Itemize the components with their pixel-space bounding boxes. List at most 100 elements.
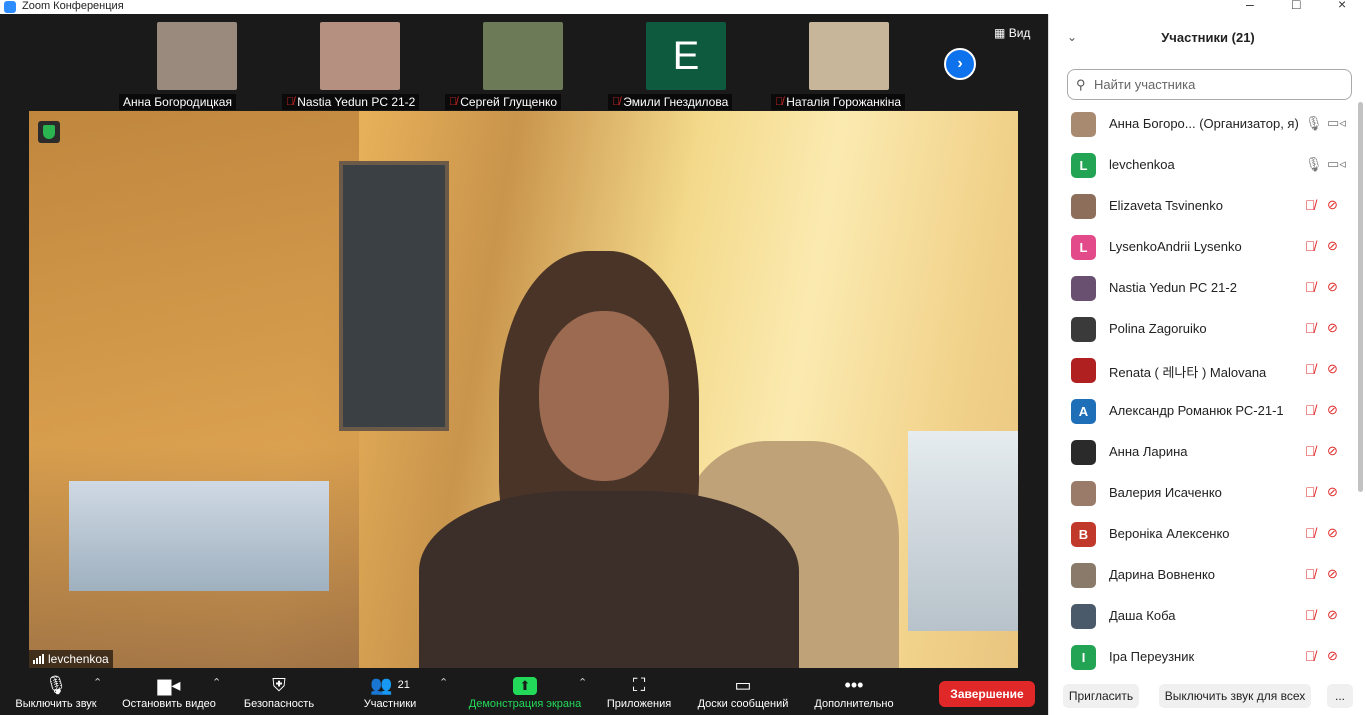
video-off-icon[interactable]: ⊘	[1327, 361, 1338, 377]
participant-row[interactable]: I Іра Переузник 🎙̸ ⊘	[1049, 637, 1359, 674]
participant-row[interactable]: Даша Коба 🎙̸ ⊘	[1049, 596, 1359, 637]
participant-thumbnail[interactable]: Анна Богородицкая	[117, 18, 277, 110]
participant-row[interactable]: Nastia Yedun PC 21-2 🎙̸ ⊘	[1049, 268, 1359, 309]
participant-search-input[interactable]: ⚲ Найти участника	[1067, 69, 1352, 100]
video-off-icon[interactable]: ⊘	[1327, 279, 1338, 295]
panel-more-button[interactable]: ...	[1327, 684, 1353, 708]
muted-mic-icon[interactable]: 🎙̸	[1305, 525, 1316, 541]
participant-list: Анна Богоро... (Организатор, я) 🎙 ▭◃ Llevch…	[1049, 104, 1359, 674]
participant-row[interactable]: Llevchenkoa 🎙 ▭◃	[1049, 145, 1359, 186]
muted-mic-icon[interactable]: 🎙̸	[1305, 443, 1316, 459]
participant-list-scrollbar[interactable]	[1358, 102, 1363, 492]
close-button[interactable]: ×	[1338, 0, 1346, 12]
video-camera-icon: ▆◂	[157, 675, 181, 695]
thumbnail-name-label: 🎙̸ Эмили Гнездилова	[608, 94, 733, 110]
video-off-icon[interactable]: ⊘	[1327, 197, 1338, 213]
share-screen-button[interactable]: ⬆ Демонстрация экрана	[462, 672, 588, 710]
microphone-icon[interactable]: 🎙	[1305, 156, 1323, 173]
muted-mic-icon[interactable]: 🎙̸	[1305, 238, 1316, 254]
participant-row[interactable]: Elizaveta Tsvinenko 🎙̸ ⊘	[1049, 186, 1359, 227]
thumbnail-name-label: 🎙̸ Nastia Yedun PC 21-2	[282, 94, 420, 110]
panel-footer: Пригласить Выключить звук для всех ...	[1049, 684, 1366, 714]
video-off-icon[interactable]: ⊘	[1327, 525, 1338, 541]
muted-mic-icon[interactable]: 🎙̸	[1305, 648, 1316, 664]
stop-video-button[interactable]: ▆◂ Остановить видео	[116, 672, 222, 710]
participants-panel: ⌄ Участники (21) ⚲ Найти участника Анна …	[1048, 14, 1366, 715]
participant-row[interactable]: Дарина Вовненко 🎙̸ ⊘	[1049, 555, 1359, 596]
participant-row[interactable]: Анна Ларина 🎙̸ ⊘	[1049, 432, 1359, 473]
apps-button[interactable]: ⛶ Приложения	[600, 672, 678, 710]
security-button[interactable]: ⛨ Безопасность	[238, 672, 320, 710]
minimize-button[interactable]: –	[1246, 0, 1254, 12]
participant-row[interactable]: Анна Богоро... (Организатор, я) 🎙 ▭◃	[1049, 104, 1359, 145]
participant-name: Александр Романюк РС-21-1	[1109, 403, 1284, 418]
avatar	[1071, 276, 1096, 301]
video-off-icon[interactable]: ⊘	[1327, 238, 1338, 254]
video-camera-icon[interactable]: ▭◃	[1327, 115, 1346, 131]
audio-options-chevron-icon[interactable]: ⌃	[93, 676, 102, 689]
participant-row[interactable]: B Вероніка Алексенко 🎙̸ ⊘	[1049, 514, 1359, 555]
muted-mic-icon[interactable]: 🎙̸	[1305, 361, 1316, 377]
video-options-chevron-icon[interactable]: ⌃	[212, 676, 221, 689]
shield-icon: ⛨	[272, 675, 286, 695]
participants-button[interactable]: 👥 21 Участники	[350, 672, 430, 710]
participant-row[interactable]: L LysenkoAndrii Lysenko 🎙̸ ⊘	[1049, 227, 1359, 268]
video-off-icon[interactable]: ⊘	[1327, 443, 1338, 459]
participants-options-chevron-icon[interactable]: ⌃	[439, 676, 448, 689]
muted-mic-icon[interactable]: 🎙̸	[1305, 402, 1316, 418]
thumbnail-video	[320, 22, 400, 90]
participants-count: 21	[397, 679, 410, 691]
mute-button[interactable]: 🎙 Выключить звук	[8, 672, 104, 710]
muted-mic-icon[interactable]: 🎙̸	[1305, 566, 1316, 582]
video-off-icon[interactable]: ⊘	[1327, 484, 1338, 500]
thumbnail-video	[483, 22, 563, 90]
maximize-button[interactable]: □	[1292, 0, 1300, 12]
participant-row[interactable]: Валерия Исаченко 🎙̸ ⊘	[1049, 473, 1359, 514]
video-off-icon[interactable]: ⊘	[1327, 607, 1338, 623]
thumbnail-name-label: Анна Богородицкая	[119, 94, 236, 110]
participant-name: Renata ( 레나타 ) Malovana	[1109, 365, 1267, 380]
participant-row[interactable]: Renata ( 레나타 ) Malovana 🎙̸ ⊘	[1049, 350, 1359, 391]
participant-thumbnail[interactable]: 🎙̸ Наталія Горожанкіна	[769, 18, 929, 110]
avatar	[1071, 112, 1096, 137]
participant-name: Іра Переузник	[1109, 649, 1195, 664]
share-options-chevron-icon[interactable]: ⌃	[578, 676, 587, 689]
view-button[interactable]: ▦ Вид	[994, 26, 1030, 40]
muted-mic-icon[interactable]: 🎙̸	[1305, 197, 1316, 213]
muted-mic-icon[interactable]: 🎙̸	[1305, 607, 1316, 623]
apps-icon: ⛶	[632, 675, 646, 695]
whiteboards-button[interactable]: ▭ Доски сообщений	[690, 672, 796, 710]
muted-mic-icon: 🎙̸	[449, 96, 458, 108]
video-area: Анна Богородицкая 🎙̸ Nastia Yedun PC 21-2 🎙…	[0, 14, 1048, 670]
muted-mic-icon: 🎙̸	[775, 96, 784, 108]
muted-mic-icon[interactable]: 🎙̸	[1305, 484, 1316, 500]
participant-thumbnail[interactable]: 🎙̸ Сергей Глущенко	[443, 18, 603, 110]
end-meeting-button[interactable]: Завершение	[939, 681, 1035, 707]
encryption-shield-icon[interactable]	[38, 121, 60, 143]
video-off-icon[interactable]: ⊘	[1327, 320, 1338, 336]
mute-all-button[interactable]: Выключить звук для всех	[1159, 684, 1311, 708]
thumbnail-video	[157, 22, 237, 90]
participant-row[interactable]: A Александр Романюк РС-21-1 🎙̸ ⊘	[1049, 391, 1359, 432]
participant-row[interactable]: Polina Zagoruiko 🎙̸ ⊘	[1049, 309, 1359, 350]
avatar: I	[1071, 645, 1096, 670]
participant-name: Дарина Вовненко	[1109, 567, 1216, 582]
avatar	[1071, 194, 1096, 219]
video-off-icon[interactable]: ⊘	[1327, 402, 1338, 418]
thumbnail-video	[809, 22, 889, 90]
muted-mic-icon[interactable]: 🎙̸	[1305, 279, 1316, 295]
microphone-icon[interactable]: 🎙	[1305, 115, 1323, 132]
video-off-icon[interactable]: ⊘	[1327, 566, 1338, 582]
active-speaker-video[interactable]	[29, 111, 1018, 668]
participant-thumbnail[interactable]: 🎙̸ Nastia Yedun PC 21-2	[280, 18, 440, 110]
thumbnail-name-label: 🎙̸ Наталія Горожанкіна	[771, 94, 905, 110]
participant-thumbnail[interactable]: E 🎙̸ Эмили Гнездилова	[606, 18, 766, 110]
video-camera-icon[interactable]: ▭◃	[1327, 156, 1346, 172]
participant-name: Валерия Исаченко	[1109, 485, 1222, 500]
more-button[interactable]: ••• Дополнительно	[806, 672, 902, 710]
video-off-icon[interactable]: ⊘	[1327, 648, 1338, 664]
next-page-button[interactable]: ›	[944, 48, 976, 80]
muted-mic-icon[interactable]: 🎙̸	[1305, 320, 1316, 336]
invite-button[interactable]: Пригласить	[1063, 684, 1139, 708]
avatar	[1071, 440, 1096, 465]
